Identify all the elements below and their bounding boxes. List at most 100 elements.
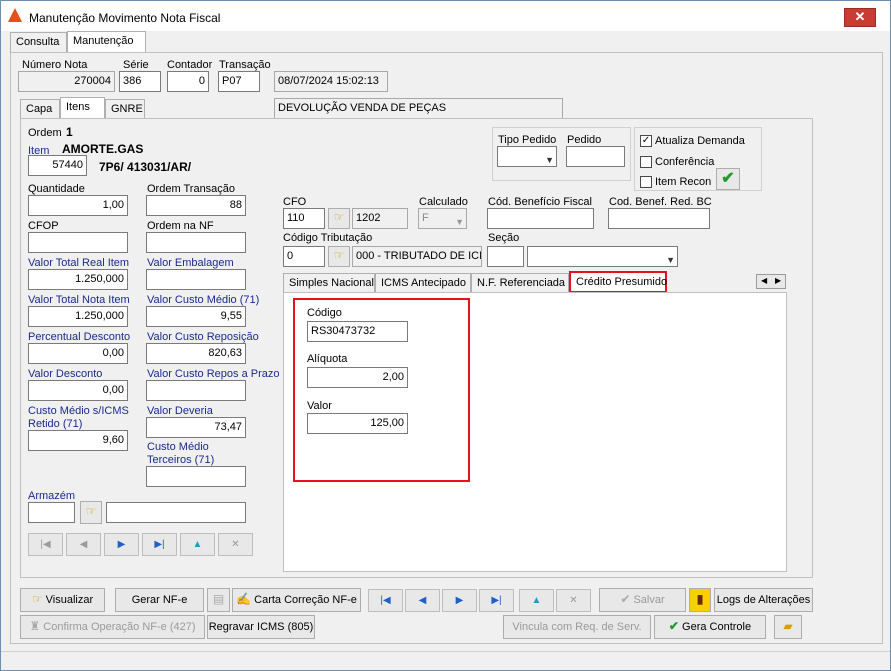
record-last-button[interactable]: ▶| xyxy=(479,589,514,612)
codigo-tributacao-field[interactable]: 0 xyxy=(283,246,325,267)
item-recon-label: Item Recon xyxy=(655,176,712,188)
atualiza-demanda-checkbox[interactable]: ✓ xyxy=(640,135,652,147)
codigo-field[interactable]: RS30473732 xyxy=(307,321,408,342)
chevron-down-icon: ▼ xyxy=(455,217,464,227)
quantidade-field[interactable]: 1,00 xyxy=(28,195,128,216)
ordem-label: Ordem xyxy=(28,127,62,139)
item-up-button[interactable]: ▲ xyxy=(180,533,215,556)
ordem-nf-field[interactable] xyxy=(146,232,246,253)
tab-icms-antecipado[interactable]: ICMS Antecipado xyxy=(375,273,471,293)
item-recon-checkbox[interactable] xyxy=(640,176,652,188)
percentual-desconto-field[interactable]: 0,00 xyxy=(28,343,128,364)
item-cancel-button[interactable]: ✕ xyxy=(218,533,253,556)
logs-alteracoes-button[interactable]: Logs de Alterações xyxy=(714,588,813,612)
tributacao-desc-field: 000 - TRIBUTADO DE ICMS xyxy=(352,246,482,267)
codigo-tributacao-label: Código Tributação xyxy=(283,232,373,244)
tab-simples-nacional[interactable]: Simples Nacional xyxy=(283,273,375,293)
record-cancel-button[interactable]: ✕ xyxy=(556,589,591,612)
valor-total-nota-label: Valor Total Nota Item xyxy=(28,294,130,306)
tab-itens[interactable]: Itens xyxy=(60,97,105,119)
secao-field[interactable] xyxy=(487,246,524,267)
cod-benef-red-label: Cod. Benef. Red. BC xyxy=(609,196,712,208)
valor-deveria-field[interactable]: 73,47 xyxy=(146,417,246,438)
armazem-lookup-button[interactable]: ☞ xyxy=(80,501,102,524)
tab-credito-presumido[interactable]: Crédito Presumido xyxy=(569,271,667,293)
armazem-label: Armazém xyxy=(28,490,76,502)
regravar-icms-button[interactable]: Regravar ICMS (805) xyxy=(207,615,315,639)
serie-field[interactable]: 386 xyxy=(119,71,161,92)
record-prev-button[interactable]: ◀ xyxy=(405,589,440,612)
ordem-transacao-field[interactable]: 88 xyxy=(146,195,246,216)
visualizar-button[interactable]: ☞ Visualizar xyxy=(20,588,105,612)
ordem-value: 1 xyxy=(66,125,73,139)
gerar-nfe-button[interactable]: Gerar NF-e xyxy=(115,588,204,612)
valor-custo-reposicao-field[interactable]: 820,63 xyxy=(146,343,246,364)
tab-capa[interactable]: Capa xyxy=(20,99,60,119)
conferencia-label: Conferência xyxy=(655,156,715,168)
secao-select[interactable]: ▼ xyxy=(527,246,678,267)
pointing-hand-icon: ☞ xyxy=(333,248,345,262)
transacao-field[interactable]: P07 xyxy=(218,71,260,92)
carta-correcao-button[interactable]: ✍ Carta Correção NF-e xyxy=(232,588,361,612)
checkmark-icon: ✔ xyxy=(721,170,735,187)
cfo-lookup-button[interactable]: ☞ xyxy=(328,208,350,229)
record-first-button[interactable]: |◀ xyxy=(368,589,403,612)
exit-door-button[interactable]: ▮ xyxy=(689,588,711,612)
valor-embalagem-field[interactable] xyxy=(146,269,246,290)
item-code-field[interactable]: 57440 xyxy=(28,155,87,176)
armazem-field[interactable] xyxy=(28,502,75,523)
contador-field[interactable]: 0 xyxy=(167,71,209,92)
chevron-down-icon: ▼ xyxy=(545,155,554,165)
tab-scroller[interactable]: ◀ ▶ xyxy=(756,274,786,289)
valor-field[interactable]: 125,00 xyxy=(307,413,408,434)
vincula-req-servico-button[interactable]: Vincula com Req. de Serv. xyxy=(503,615,651,639)
open-folder-button[interactable]: ▰ xyxy=(774,615,802,639)
datetime-field: 08/07/2024 15:02:13 xyxy=(274,71,388,92)
tributacao-lookup-button[interactable]: ☞ xyxy=(328,246,350,267)
valor-custo-repos-prazo-field[interactable] xyxy=(146,380,246,401)
print-button[interactable]: ▤ xyxy=(207,588,230,612)
salvar-button[interactable]: ✔ Salvar xyxy=(599,588,686,612)
cod-beneficio-field[interactable] xyxy=(487,208,594,229)
valor-custo-medio-field[interactable]: 9,55 xyxy=(146,306,246,327)
record-next-button[interactable]: ▶ xyxy=(442,589,477,612)
valor-total-real-field[interactable]: 1.250,000 xyxy=(28,269,128,290)
tab-gnre[interactable]: GNRE xyxy=(105,99,145,119)
custo-medio-terceiros-field[interactable] xyxy=(146,466,246,487)
cfo-field[interactable]: 110 xyxy=(283,208,325,229)
salvar-label: Salvar xyxy=(633,594,665,606)
tab-consulta[interactable]: Consulta xyxy=(10,32,67,52)
custo-medio-icms-label-1: Custo Médio s/ICMS xyxy=(28,405,129,417)
document-icon: ✍ xyxy=(236,592,252,606)
aliquota-field[interactable]: 2,00 xyxy=(307,367,408,388)
custo-medio-icms-field[interactable]: 9,60 xyxy=(28,430,128,451)
tab-manutencao[interactable]: Manutenção xyxy=(67,31,146,53)
scroll-left-icon[interactable]: ◀ xyxy=(761,276,767,285)
confirma-operacao-label: Confirma Operação NF-e (427) xyxy=(43,621,196,633)
cod-benef-red-field[interactable] xyxy=(608,208,710,229)
scroll-right-icon[interactable]: ▶ xyxy=(775,276,781,285)
item-last-button[interactable]: ▶| xyxy=(142,533,177,556)
numero-nota-field[interactable]: 270004 xyxy=(18,71,115,92)
folder-icon: ▰ xyxy=(783,619,793,633)
valor-total-nota-field[interactable]: 1.250,000 xyxy=(28,306,128,327)
armazem-desc-field[interactable] xyxy=(106,502,246,523)
close-button[interactable]: ✕ xyxy=(844,8,876,27)
tab-nf-referenciada[interactable]: N.F. Referenciada xyxy=(471,273,569,293)
item-next-button[interactable]: ▶ xyxy=(104,533,139,556)
conferencia-checkbox[interactable] xyxy=(640,156,652,168)
valor-deveria-label: Valor Deveria xyxy=(147,405,213,417)
confirm-check-button[interactable]: ✔ xyxy=(716,168,740,190)
gera-controle-button[interactable]: ✔ Gera Controle xyxy=(654,615,766,639)
valor-label: Valor xyxy=(307,400,332,412)
pedido-field[interactable] xyxy=(566,146,625,167)
record-up-button[interactable]: ▲ xyxy=(519,589,554,612)
calculado-select[interactable]: F ▼ xyxy=(418,208,467,229)
tipo-pedido-select[interactable]: ▼ xyxy=(497,146,557,167)
item-first-button[interactable]: |◀ xyxy=(28,533,63,556)
item-prev-button[interactable]: ◀ xyxy=(66,533,101,556)
tipo-pedido-label: Tipo Pedido xyxy=(498,134,557,146)
valor-desconto-field[interactable]: 0,00 xyxy=(28,380,128,401)
confirma-operacao-button[interactable]: ♜ Confirma Operação NF-e (427) xyxy=(20,615,205,639)
cfop-field[interactable] xyxy=(28,232,128,253)
